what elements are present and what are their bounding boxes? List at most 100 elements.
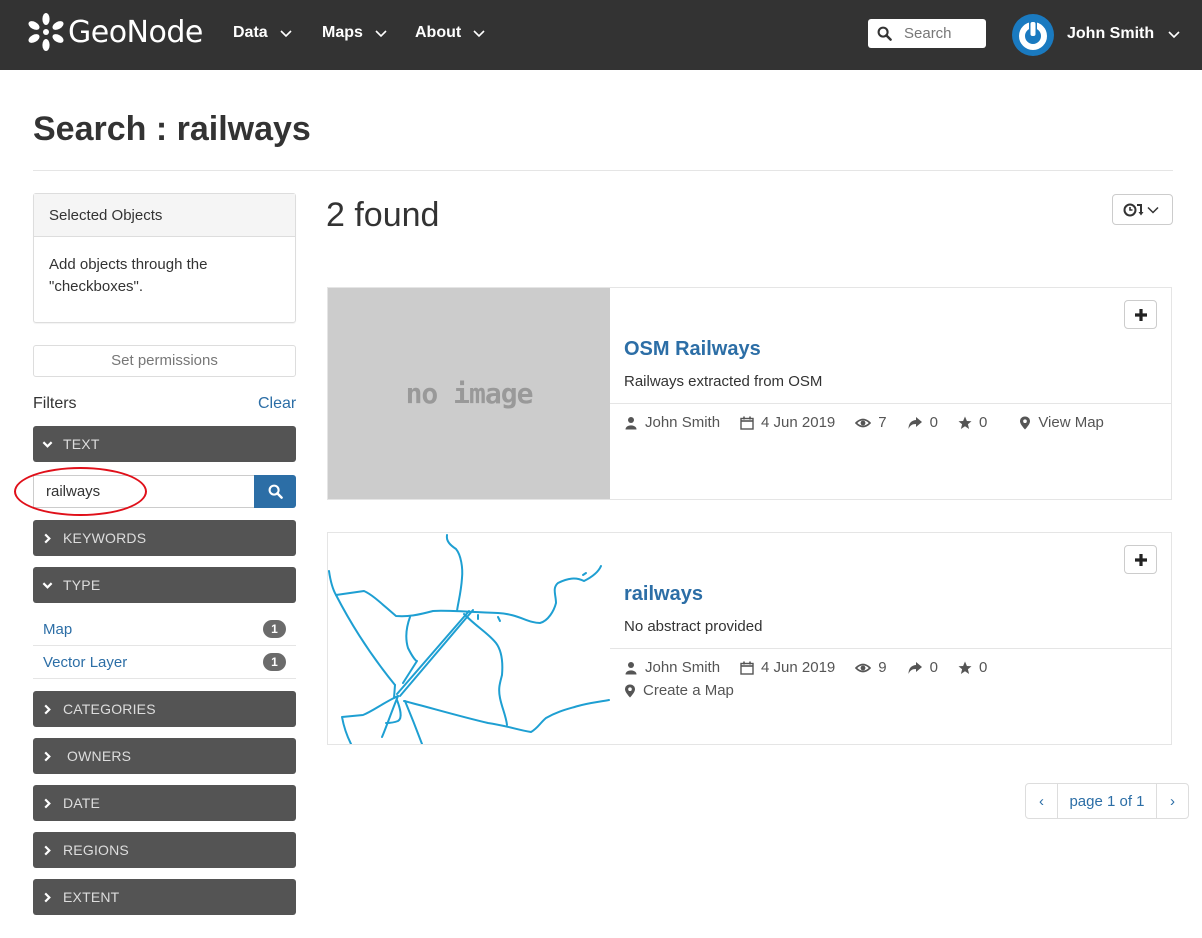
nav-menu-label: About	[415, 24, 462, 41]
owner-meta[interactable]: John Smith	[624, 659, 720, 676]
date-value: 4 Jun 2019	[761, 414, 836, 431]
selected-objects-title: Selected Objects	[34, 194, 295, 237]
chevron-right-icon	[44, 704, 51, 714]
owner-meta[interactable]: John Smith	[624, 414, 720, 431]
nav-menu-maps[interactable]: Maps	[322, 24, 387, 42]
type-filter-label[interactable]: Map	[43, 621, 72, 638]
facet-label: KEYWORDS	[63, 530, 147, 546]
views-count: 7	[878, 414, 887, 431]
shares-count: 0	[929, 414, 938, 431]
views-meta: 7	[855, 414, 887, 431]
facet-categories[interactable]: CATEGORIES	[33, 691, 296, 727]
chevron-down-icon	[42, 440, 53, 448]
result-thumbnail[interactable]	[328, 533, 610, 745]
views-count: 9	[878, 659, 887, 676]
sort-dropdown-button[interactable]	[1112, 194, 1173, 225]
add-to-selection-button[interactable]	[1124, 300, 1157, 329]
type-filter-item[interactable]: Map 1	[33, 613, 296, 646]
share-icon	[908, 661, 922, 674]
rating-meta: 0	[958, 659, 987, 676]
star-icon	[958, 416, 972, 429]
text-filter-input[interactable]	[33, 475, 254, 508]
result-thumbnail[interactable]: no image	[328, 288, 610, 499]
owner-name[interactable]: John Smith	[645, 659, 720, 676]
previous-page-button[interactable]: ‹	[1026, 784, 1057, 818]
facet-type[interactable]: TYPE	[33, 567, 296, 603]
facet-regions[interactable]: REGIONS	[33, 832, 296, 868]
nav-menu-data[interactable]: Data	[233, 24, 292, 42]
facet-label: DATE	[63, 795, 101, 811]
count-badge: 1	[263, 620, 286, 638]
navbar-search-input[interactable]	[904, 25, 984, 42]
chevron-down-icon	[280, 30, 292, 38]
brand-name: GeoNode	[68, 14, 203, 50]
page-title: Search : railways	[33, 110, 311, 148]
create-map-link[interactable]: Create a Map	[624, 682, 734, 699]
calendar-icon	[740, 661, 754, 675]
eye-icon	[855, 663, 872, 672]
facet-keywords[interactable]: KEYWORDS	[33, 520, 296, 556]
facet-date[interactable]: DATE	[33, 785, 296, 821]
star-icon	[958, 661, 972, 674]
facet-label: OWNERS	[67, 748, 132, 764]
text-filter-search-button[interactable]	[254, 475, 296, 508]
result-title-link[interactable]: OSM Railways	[624, 338, 761, 361]
no-image-placeholder: no image	[405, 377, 534, 410]
selected-objects-panel: Selected Objects Add objects through the…	[33, 193, 296, 323]
chevron-right-icon	[44, 751, 51, 761]
type-filter-label[interactable]: Vector Layer	[43, 654, 127, 671]
title-divider	[33, 170, 1173, 171]
facet-label: CATEGORIES	[63, 701, 156, 717]
add-to-selection-button[interactable]	[1124, 545, 1157, 574]
facet-label: REGIONS	[63, 842, 129, 858]
chevron-right-icon	[44, 892, 51, 902]
result-meta: John Smith 4 Jun 2019 9 0 0	[624, 659, 1007, 676]
sort-by-date-icon	[1123, 203, 1159, 216]
plus-icon	[1134, 553, 1147, 566]
rating-meta: 0	[958, 414, 987, 431]
owner-name[interactable]: John Smith	[645, 414, 720, 431]
facet-owners[interactable]: OWNERS	[33, 738, 296, 774]
search-icon	[268, 484, 283, 499]
results-count: 2 found	[326, 196, 440, 234]
shares-meta: 0	[907, 414, 938, 431]
search-icon	[877, 26, 892, 41]
chevron-right-icon	[44, 533, 51, 543]
nav-menu-label: Maps	[322, 24, 363, 41]
next-page-button[interactable]: ›	[1157, 784, 1188, 818]
chevron-down-icon	[1168, 31, 1180, 39]
views-meta: 9	[855, 659, 887, 676]
result-title-link[interactable]: railways	[624, 583, 703, 606]
share-icon	[908, 416, 922, 429]
facet-extent[interactable]: EXTENT	[33, 879, 296, 915]
view-map-label[interactable]: View Map	[1038, 414, 1104, 431]
nav-menu-label: Data	[233, 24, 268, 41]
map-marker-icon	[625, 684, 635, 697]
clear-filters-link[interactable]: Clear	[258, 395, 296, 413]
date-value: 4 Jun 2019	[761, 659, 836, 676]
user-menu[interactable]: John Smith	[1067, 25, 1180, 43]
navbar-search-box[interactable]	[868, 19, 986, 48]
facet-label: TYPE	[63, 577, 101, 593]
plus-icon	[1134, 308, 1147, 321]
set-permissions-button[interactable]: Set permissions	[33, 345, 296, 377]
user-avatar[interactable]	[1012, 14, 1054, 56]
type-filter-item[interactable]: Vector Layer 1	[33, 646, 296, 679]
result-card: no image OSM Railways Railways extracted…	[327, 287, 1172, 500]
type-filter-list: Map 1 Vector Layer 1	[33, 613, 296, 679]
filters-heading: Filters	[33, 395, 77, 412]
map-marker-icon	[1020, 416, 1031, 429]
user-icon	[625, 416, 637, 429]
date-meta: 4 Jun 2019	[740, 659, 835, 676]
eye-icon	[855, 418, 872, 427]
geonode-logo[interactable]: GeoNode	[26, 10, 203, 54]
create-map-label[interactable]: Create a Map	[643, 682, 734, 699]
facet-text[interactable]: TEXT	[33, 426, 296, 462]
facet-label: EXTENT	[63, 889, 120, 905]
calendar-icon	[740, 416, 754, 430]
view-map-link[interactable]: View Map	[1019, 414, 1104, 431]
page-indicator: page 1 of 1	[1057, 784, 1157, 818]
nav-menu-about[interactable]: About	[415, 24, 485, 42]
text-filter	[33, 475, 296, 508]
geonode-flower-icon	[28, 13, 64, 51]
